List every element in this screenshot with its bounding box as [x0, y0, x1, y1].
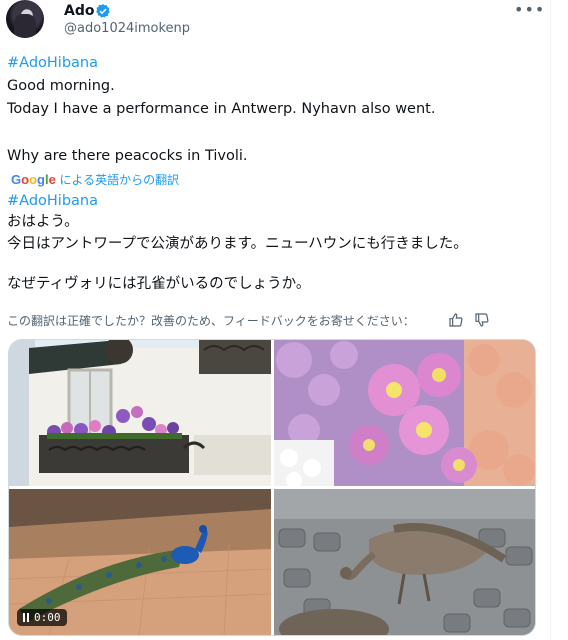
thumbs-up-icon[interactable] [448, 312, 464, 328]
translated-by-text: による英語からの翻訳 [59, 173, 180, 187]
hashtag-link[interactable]: #AdoHibana [7, 55, 98, 71]
hashtag-link[interactable]: #AdoHibana [7, 193, 98, 209]
post-text-line: Why are there peacocks in Tivoli. [7, 148, 248, 164]
thumbs-down-icon[interactable] [474, 312, 490, 328]
post-text-line: おはよう。 [7, 214, 79, 230]
translation-attribution[interactable]: Google による英語からの翻訳 [11, 171, 179, 188]
more-icon[interactable]: ••• [514, 0, 545, 19]
translation-feedback-text: この翻訳は正確でしたか？改善のため、フィードバックをお寄せください： [7, 314, 415, 328]
video-timestamp[interactable]: 0:00 [17, 609, 67, 626]
avatar[interactable] [6, 0, 44, 38]
post-text-line: なぜティヴォリには孔雀がいるのでしょうか。 [7, 276, 311, 292]
pause-icon[interactable] [23, 613, 29, 622]
photo-building-flowerbox[interactable] [9, 340, 271, 486]
post-text-line: 今日はアントワープで公演があります。ニューハウンにも行きました。 [7, 236, 468, 252]
media-grid: 0:00 [8, 339, 536, 636]
photo-flowers[interactable] [274, 340, 535, 486]
photo-peahen[interactable] [274, 489, 535, 635]
user-handle[interactable]: @ado1024imokenp [64, 21, 190, 36]
display-name[interactable]: Ado [64, 3, 94, 19]
post-text-line: Good morning. [7, 78, 115, 94]
google-logo-icon: Google [11, 172, 56, 187]
video-time: 0:00 [34, 611, 61, 624]
tweet-card: Ado @ado1024imokenp ••• #AdoHibana Good … [0, 0, 551, 640]
post-text-line: Today I have a performance in Antwerp. N… [7, 101, 436, 117]
verified-badge-icon [96, 4, 110, 18]
video-peacock[interactable]: 0:00 [9, 489, 271, 635]
